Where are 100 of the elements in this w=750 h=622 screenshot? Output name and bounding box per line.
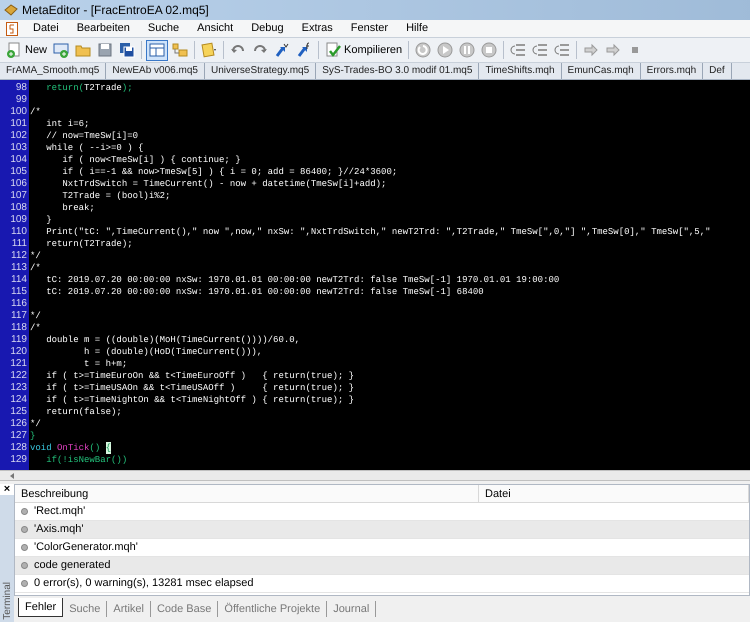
code-line: */ (30, 418, 41, 430)
code-line: tC: 2019.07.20 00:00:00 nxSw: 1970.01.01 00:00:00 newT2Trd: false TmeSw[-1] 1970.01.01 19:00:00 (45, 274, 560, 286)
line-number: 116 (10, 298, 28, 310)
panel-layout-icon[interactable] (146, 40, 168, 60)
code-line: */ (30, 310, 41, 322)
menu-item[interactable]: Debug (242, 20, 293, 37)
play-icon[interactable] (435, 40, 456, 60)
line-number: 127 (9, 430, 28, 442)
message-row[interactable]: 'Rect.mqh' (15, 503, 749, 521)
cursor-brace: { (106, 442, 112, 454)
line-number: 119 (10, 334, 28, 346)
file-tab[interactable]: Errors.mqh (640, 63, 704, 79)
line-number: 128 (9, 442, 28, 454)
code-line: if ( t>=TimeEuroOn && t<TimeEuroOff ) { return(true); } (45, 370, 354, 382)
line-number: 106 (9, 178, 28, 190)
code-line: // now=TmeSw[i]=0 (45, 130, 138, 142)
line-number: 115 (10, 286, 28, 298)
panel-tab[interactable]: Fehler (18, 598, 64, 617)
file-tab[interactable]: EmunCas.mqh (562, 63, 641, 79)
message-row[interactable]: code generated (15, 557, 749, 575)
file-tab[interactable]: TimeShifts.mqh (479, 63, 562, 79)
panel-tab[interactable]: Journal (327, 601, 376, 617)
line-number: 105 (9, 166, 28, 178)
file-tab[interactable]: FrAMA_Smooth.mq5 (0, 63, 106, 79)
code-line: /* (30, 322, 41, 334)
line-number: 109 (9, 214, 28, 226)
menu-item[interactable]: Bearbeiten (68, 20, 139, 37)
message-row[interactable]: 'ColorGenerator.mqh' (15, 539, 749, 557)
line-number: 122 (9, 370, 28, 382)
line-number: 101 (9, 118, 28, 130)
line-number: 118 (10, 322, 28, 334)
menu-item[interactable]: Datei (24, 20, 68, 37)
line-number: 104 (9, 154, 28, 166)
code-token: } (30, 430, 36, 442)
code-line: if ( i==-1 && now>TmeSw[5] ) { i = 0; add = 86400; }//24*3600; (61, 166, 398, 178)
menu-item[interactable]: Fenster (342, 20, 398, 37)
code-token: void (30, 442, 53, 454)
menu-item[interactable]: Suche (138, 20, 188, 37)
code-line: /* (30, 106, 41, 118)
line-number: 113 (10, 262, 28, 274)
column-header[interactable]: Beschreibung (15, 485, 479, 502)
code-token: () (89, 442, 102, 454)
code-line: int i=6; (45, 118, 90, 130)
code-line: if ( now<TmeSw[i] ) { continue; } (61, 154, 241, 166)
code-token: return( (45, 82, 84, 94)
toolbar-button[interactable]: New (4, 40, 50, 60)
line-number: 112 (10, 250, 28, 262)
new-document-icon (6, 42, 22, 58)
line-number: 103 (9, 142, 28, 154)
file-tab[interactable]: NewEAb v006.mq5 (106, 63, 205, 79)
restart-icon[interactable] (413, 40, 434, 60)
message-row[interactable]: 'Axis.mqh' (15, 521, 749, 539)
status-dot-icon (21, 562, 28, 569)
toolbar-button[interactable]: Kompilieren (323, 40, 404, 60)
line-number: 123 (9, 382, 28, 394)
status-dot-icon (21, 580, 28, 587)
line-number: 121 (9, 358, 28, 370)
file-tab[interactable]: UniverseStrategy.mq5 (204, 63, 316, 79)
app-icon (4, 4, 18, 16)
panel-tab[interactable]: Suche (63, 601, 108, 617)
menu-item[interactable]: Hilfe (397, 20, 438, 37)
panel-tab[interactable]: Öffentliche Projekte (218, 601, 328, 617)
panel-tab[interactable]: Code Base (150, 601, 218, 617)
stop-icon[interactable] (479, 40, 500, 60)
close-button[interactable]: × (0, 484, 14, 495)
code-line: NxtTrdSwitch = TimeCurrent() - now + datetime(TmeSw[i]+add); (61, 178, 386, 190)
scroll-left-icon[interactable] (10, 472, 14, 478)
window-title: MetaEditor - [FracEntroEA 02.mq5] (22, 2, 209, 19)
column-header[interactable]: Datei (479, 485, 749, 502)
message-row[interactable]: 0 error(s), 0 warning(s), 13281 msec elapsed (15, 575, 749, 593)
code-token: OnTick (57, 442, 90, 454)
code-line: /* (30, 262, 41, 274)
line-number: 117 (10, 310, 28, 322)
line-number: 111 (10, 238, 28, 250)
file-tab[interactable]: SyS-Trades-BO 3.0 modif 01.mq5 (316, 63, 480, 79)
line-number: 108 (9, 202, 28, 214)
file-tab[interactable]: Def (703, 63, 732, 79)
menu-item[interactable]: Ansicht (188, 20, 242, 37)
code-token: ); (122, 82, 133, 94)
line-number: 100 (9, 106, 28, 118)
code-line: T2Trade = (bool)i%2; (61, 190, 170, 202)
code-line: */ (30, 250, 41, 262)
menu-item[interactable]: Extras (292, 20, 342, 37)
pause-icon[interactable] (457, 40, 478, 60)
code-line: t = h+m; (83, 358, 128, 370)
horizontal-scrollbar[interactable] (0, 470, 750, 480)
code-line: if ( t>=TimeUSAOn && t<TimeUSAOff ) { return(true); } (45, 382, 354, 394)
line-number: 120 (9, 346, 28, 358)
status-dot-icon (21, 508, 28, 515)
code-line: break; (61, 202, 95, 214)
code-line: double m = ((double)(MoH(TimeCurrent())))/60.0, (45, 334, 300, 346)
code-token: T2Trade (84, 82, 122, 94)
code-line: } (45, 214, 52, 226)
code-line: while ( --i>=0 ) { (45, 142, 144, 154)
panel-tab[interactable]: Artikel (107, 601, 151, 617)
code-line: return(T2Trade); (45, 238, 133, 250)
document-icon[interactable] (6, 22, 18, 36)
line-number: 124 (9, 394, 28, 406)
line-number: 126 (9, 418, 28, 430)
code-editor[interactable] (0, 80, 750, 470)
